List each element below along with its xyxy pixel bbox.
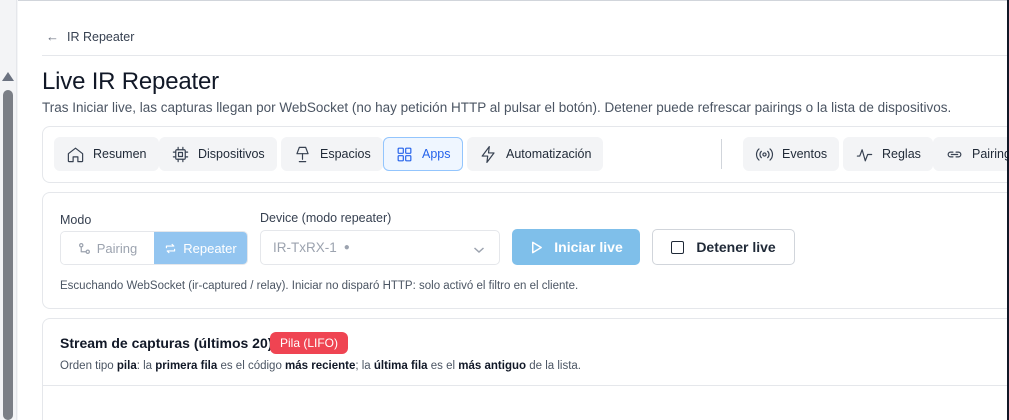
bolt-icon xyxy=(481,145,495,163)
activity-icon xyxy=(856,148,873,161)
chevron-down-icon xyxy=(473,243,485,254)
mode-panel: Modo Pairing Repeater Device (modo repea… xyxy=(42,192,1009,309)
tab-label: Apps xyxy=(422,147,451,161)
stream-panel: Stream de capturas (últimos 20) Pila (LI… xyxy=(42,318,1009,420)
start-live-label: Iniciar live xyxy=(554,239,623,255)
home-icon xyxy=(67,147,84,162)
mode-pairing-label: Pairing xyxy=(96,240,138,256)
pairing-icon xyxy=(78,242,90,254)
device-select[interactable]: IR-TxRX-1 ● xyxy=(260,230,500,265)
mode-repeater-button[interactable]: Repeater xyxy=(154,232,247,264)
page-title: Live IR Repeater xyxy=(42,68,219,95)
lamp-icon xyxy=(296,146,309,162)
chip-icon xyxy=(172,146,189,162)
stop-live-label: Detener live xyxy=(696,239,776,255)
broadcast-icon xyxy=(755,147,774,161)
play-icon xyxy=(532,241,543,253)
tabs-divider xyxy=(721,139,722,169)
stream-description: Orden tipo pila: la primera fila es el c… xyxy=(60,360,581,372)
device-select-value: IR-TxRX-1 xyxy=(273,240,337,255)
tab-label: Dispositivos xyxy=(198,147,265,161)
page-description: Tras Iniciar live, las capturas llegan p… xyxy=(42,100,952,115)
stream-title: Stream de capturas (últimos 20) xyxy=(60,335,273,351)
tab-label: Pairings xyxy=(972,147,1009,161)
mode-segmented-control[interactable]: Pairing Repeater xyxy=(60,231,248,265)
tabs-bar: Resumen Dispositivos Espacios Apps Autom… xyxy=(42,126,1009,183)
breadcrumb-label[interactable]: IR Repeater xyxy=(67,30,134,44)
stop-live-button[interactable]: Detener live xyxy=(652,229,795,265)
tab-label: Automatización xyxy=(506,147,592,161)
outer-scrollbar[interactable] xyxy=(0,0,17,420)
device-status-dot: ● xyxy=(343,242,350,253)
mode-label: Modo xyxy=(60,213,92,227)
tab-eventos[interactable]: Eventos xyxy=(743,137,840,171)
link-icon xyxy=(947,151,962,157)
divider xyxy=(43,385,1009,386)
repeat-icon xyxy=(166,243,176,253)
tab-resumen[interactable]: Resumen xyxy=(54,137,159,171)
tab-apps[interactable]: Apps xyxy=(383,137,463,171)
lifo-badge: Pila (LIFO) xyxy=(270,332,349,354)
tab-automatizacion[interactable]: Automatización xyxy=(467,137,604,171)
scroll-thumb[interactable] xyxy=(3,90,13,420)
breadcrumb[interactable]: ← IR Repeater xyxy=(46,29,134,44)
mode-pairing-button[interactable]: Pairing xyxy=(61,232,154,264)
tab-label: Resumen xyxy=(93,147,147,161)
start-live-button[interactable]: Iniciar live xyxy=(512,229,640,265)
grid-icon xyxy=(397,147,412,161)
divider xyxy=(42,55,1009,56)
tab-label: Reglas xyxy=(882,147,921,161)
tab-dispositivos[interactable]: Dispositivos xyxy=(159,137,277,171)
arrow-left-icon[interactable]: ← xyxy=(46,29,59,44)
main-content: ← IR Repeater Live IR Repeater Tras Inic… xyxy=(18,0,1009,420)
tab-label: Espacios xyxy=(320,147,371,161)
listening-note: Escuchando WebSocket (ir-captured / rela… xyxy=(60,280,579,292)
tab-espacios[interactable]: Espacios xyxy=(281,137,383,171)
stop-square-icon xyxy=(671,240,685,254)
tab-reglas[interactable]: Reglas xyxy=(843,137,933,171)
scroll-up-arrow-icon[interactable] xyxy=(2,72,14,81)
device-label: Device (modo repeater) xyxy=(260,211,392,225)
tab-label: Eventos xyxy=(782,147,828,161)
tab-pairings[interactable]: Pairings xyxy=(933,137,1009,171)
mode-repeater-label: Repeater xyxy=(183,240,237,256)
